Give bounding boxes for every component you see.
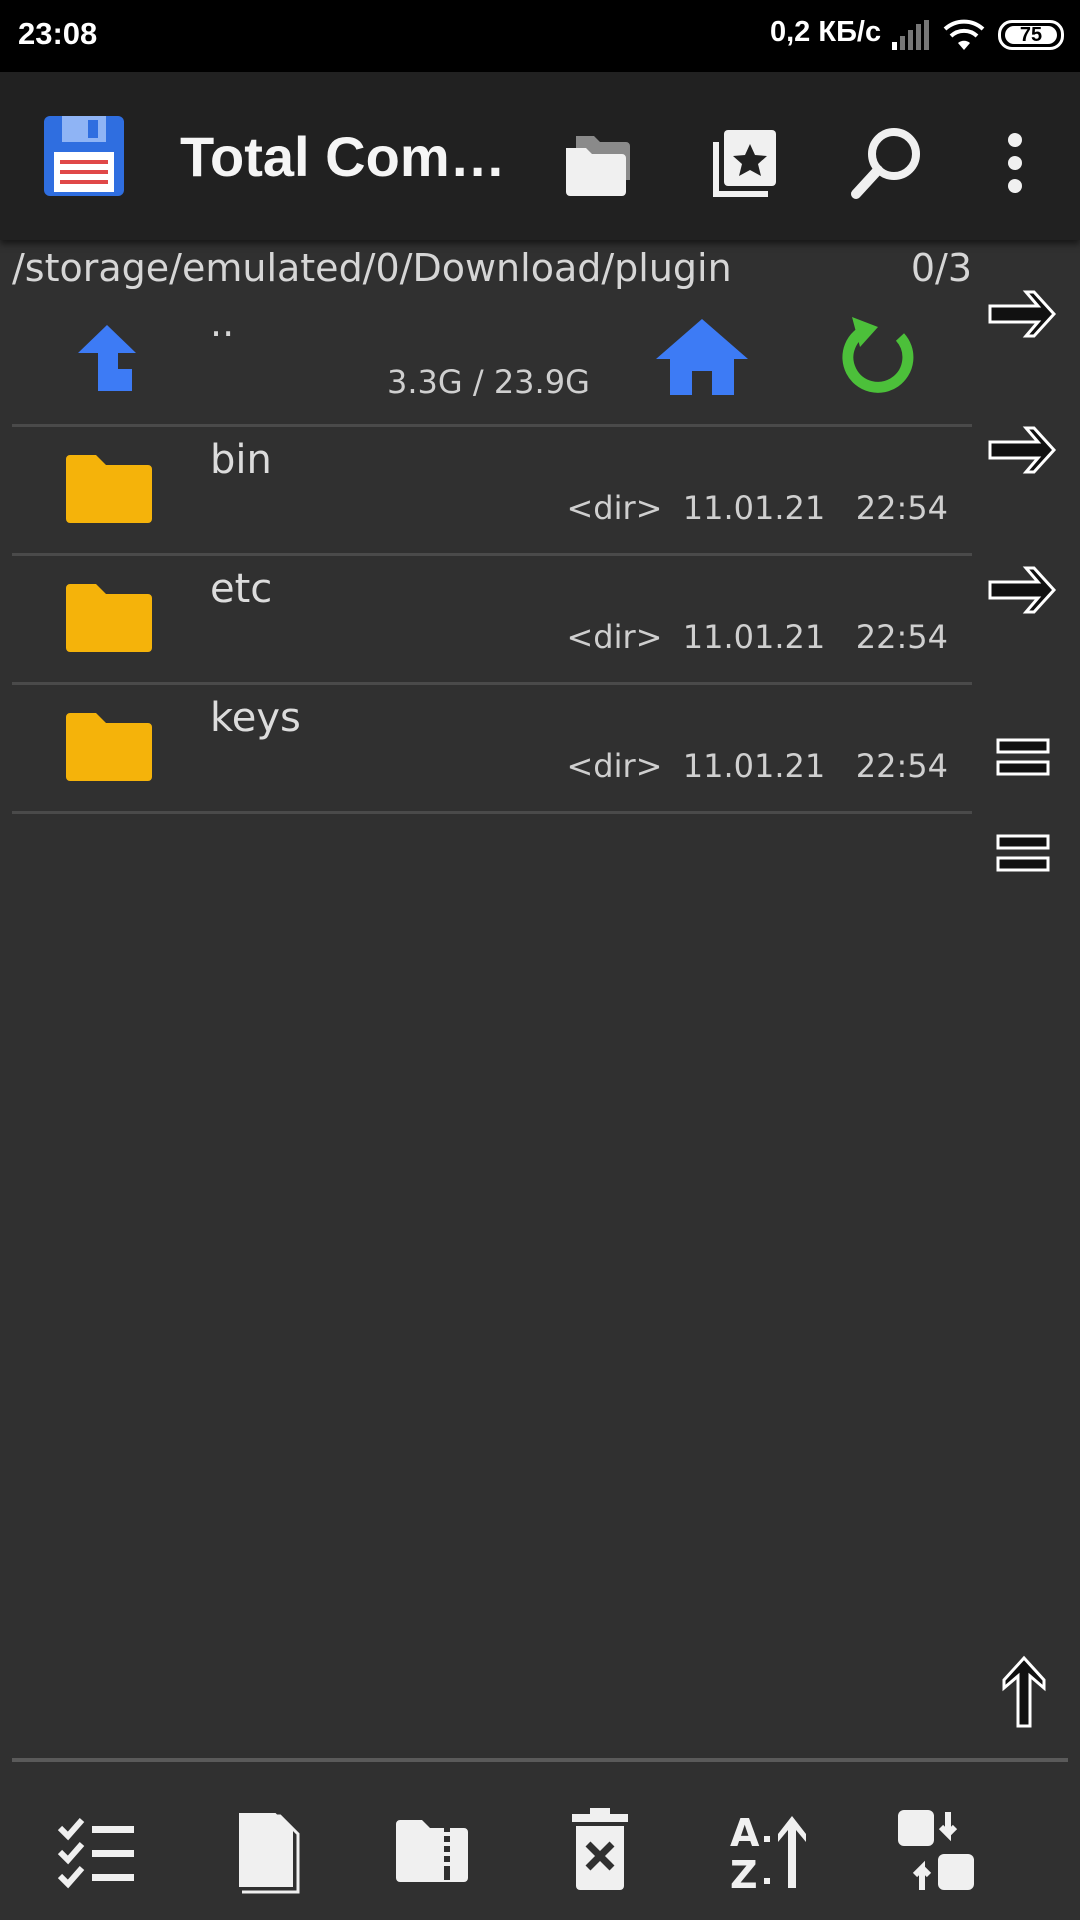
arrow-right-icon[interactable] [984,276,1068,356]
refresh-icon[interactable] [838,313,922,397]
storage-space: 3.3G / 23.9G [387,363,590,401]
file-row[interactable]: keys <dir> 11.01.21 22:54 [12,685,972,811]
app-toolbar: Total Com… [0,72,1080,240]
equals-icon[interactable] [984,814,1068,894]
file-row[interactable]: etc <dir> 11.01.21 22:54 [12,556,972,682]
search-icon[interactable] [842,118,932,208]
new-file-icon[interactable] [218,1802,314,1898]
swap-panels-icon[interactable] [888,1802,984,1898]
file-name: bin [210,437,272,483]
signal-icon [892,20,929,50]
svg-text:A: A [730,1811,760,1855]
file-list: bin <dir> 11.01.21 22:54 etc <dir> 11.01… [12,424,972,814]
arrow-right-icon[interactable] [984,552,1068,632]
bookmarks-star-icon[interactable] [700,118,790,208]
folder-icon [66,713,152,781]
archive-folder-icon[interactable] [384,1802,480,1898]
side-button-column [972,240,1080,1760]
svg-text:Z: Z [730,1853,758,1897]
more-vert-icon[interactable] [970,118,1060,208]
folder-icon [66,584,152,652]
arrow-right-icon[interactable] [984,412,1068,492]
file-row[interactable]: bin <dir> 11.01.21 22:54 [12,427,972,553]
battery-level: 75 [1005,25,1057,45]
parent-folder-icon[interactable] [74,323,140,393]
file-name: keys [210,695,301,741]
divider [12,811,972,814]
bottom-action-bar: A Z [0,1762,1080,1920]
file-meta: <dir> 11.01.21 22:54 [566,747,948,785]
app-title: Total Com… [180,125,506,188]
selection-count: 0/3 [910,246,972,290]
parent-dir-label: .. [210,301,235,345]
file-name: etc [210,566,273,612]
select-checklist-icon[interactable] [50,1802,146,1898]
status-bar: 23:08 0,2 КБ/с 75 [0,0,1080,72]
folder-icon [66,455,152,523]
status-time: 23:08 [18,16,98,51]
path-bar[interactable]: /storage/emulated/0/Download/plugin 0/3 [12,246,972,298]
battery-icon: 75 [998,20,1064,50]
file-meta: <dir> 11.01.21 22:54 [566,618,948,656]
folders-icon[interactable] [556,118,646,208]
delete-icon[interactable] [552,1802,648,1898]
arrow-up-icon[interactable] [984,1650,1068,1730]
equals-icon[interactable] [984,718,1068,798]
parent-dir-row[interactable]: .. 3.3G / 23.9G [12,301,972,425]
floppy-disk-icon [44,116,124,196]
status-network-speed: 0,2 КБ/с [770,16,882,48]
home-icon[interactable] [652,315,752,397]
file-meta: <dir> 11.01.21 22:54 [566,489,948,527]
current-path: /storage/emulated/0/Download/plugin [12,246,732,290]
wifi-icon [943,19,985,50]
sort-az-icon[interactable]: A Z [720,1802,816,1898]
